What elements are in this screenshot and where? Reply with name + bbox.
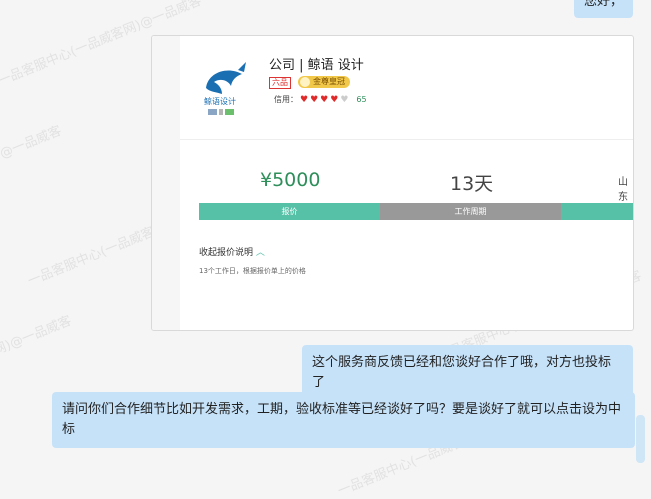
card-side-strip <box>152 36 180 330</box>
bid-price: ¥5000 <box>260 169 321 191</box>
heart-icon: ♥ <box>320 94 329 105</box>
work-period: 13天 <box>450 173 494 195</box>
chat-message-text: 这个服务商反馈已经和您谈好合作了哦，对方也投标了 <box>312 355 612 390</box>
chevron-up-icon: ︿ <box>255 248 265 258</box>
level-badge: 六品 <box>269 77 291 89</box>
chat-message-text: 您好， <box>584 0 624 9</box>
scrollbar-thumb[interactable] <box>636 415 645 463</box>
collapse-quote-toggle[interactable]: 收起报价说明 ︿ <box>199 245 265 258</box>
heart-empty-icon: ♥ <box>340 94 349 105</box>
heart-icon: ♥ <box>300 94 309 105</box>
period-label-bar: 工作周期 <box>380 203 561 220</box>
location-label-bar <box>561 203 633 220</box>
heart-icon: ♥ <box>330 94 339 105</box>
email-verified-icon <box>225 109 234 115</box>
crown-badge-label: 金尊皇冠 <box>313 77 345 86</box>
chat-bubble-greeting: 您好， <box>574 0 634 18</box>
chat-bubble-left: 请问你们合作细节比如开发需求，工期，验收标准等已经谈好了吗？要是谈好了就可以点击… <box>52 392 635 448</box>
company-name[interactable]: 公司 | 鲸语 设计 <box>269 54 364 73</box>
credit-score: 65 <box>356 95 367 104</box>
id-verified-icon <box>208 109 217 115</box>
quote-toggle-label: 收起报价说明 <box>199 248 254 258</box>
chat-message-text: 请问你们合作细节比如开发需求，工期，验收标准等已经谈好了吗？要是谈好了就可以点击… <box>62 402 622 437</box>
card-divider <box>180 139 633 140</box>
logo-text: 鲸语设计 <box>204 97 236 106</box>
quote-description: 13个工作日，根据报价单上的价格 <box>199 267 306 275</box>
provider-bid-card[interactable]: 鲸语设计 公司 | 鲸语 设计 六品 金尊皇冠 信用： ♥ ♥ ♥ ♥ ♥ 65… <box>151 35 634 331</box>
price-label-bar: 报价 <box>199 203 380 220</box>
verification-icons <box>208 109 234 115</box>
credit-rating: 信用： ♥ ♥ ♥ ♥ ♥ 65 <box>274 94 367 105</box>
heart-icon: ♥ <box>310 94 319 105</box>
crown-badge: 金尊皇冠 <box>298 76 350 88</box>
watermark: 一品客服中心(一品威客网)@一品威客 <box>0 123 64 220</box>
credit-label: 信用： <box>274 95 298 104</box>
provider-location: 山东 <box>618 177 628 203</box>
phone-verified-icon <box>219 109 223 115</box>
crown-icon <box>300 77 310 87</box>
